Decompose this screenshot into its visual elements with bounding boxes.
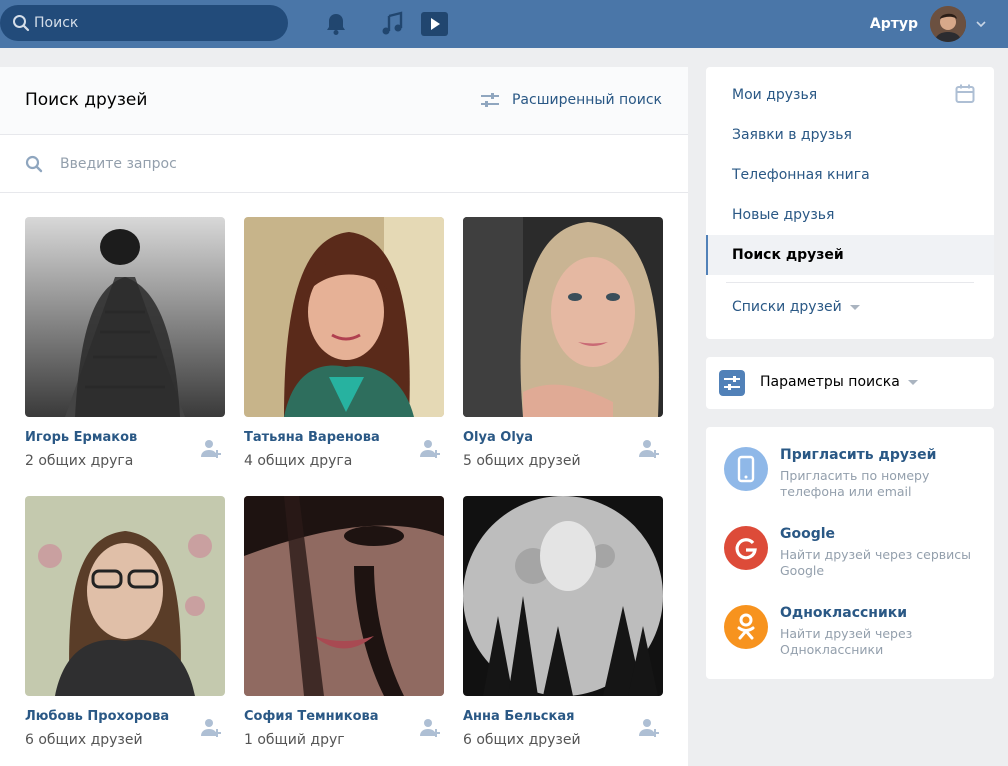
mutual-friends[interactable]: 6 общих друзей bbox=[25, 732, 143, 748]
mutual-friends[interactable]: 4 общих друга bbox=[244, 453, 352, 469]
google-icon bbox=[724, 526, 768, 570]
phone-icon bbox=[724, 447, 768, 491]
bell-icon[interactable] bbox=[322, 10, 350, 38]
video-icon[interactable] bbox=[420, 10, 448, 38]
filter-icon bbox=[480, 93, 499, 107]
mutual-friends[interactable]: 2 общих друга bbox=[25, 453, 133, 469]
avatar bbox=[930, 6, 966, 42]
person-name[interactable]: Татьяна Варенова bbox=[244, 430, 380, 445]
person-card: Olya Olya 5 общих друзей bbox=[463, 217, 663, 469]
person-photo[interactable] bbox=[463, 496, 663, 696]
add-friend-icon[interactable] bbox=[201, 439, 223, 459]
caret-down-icon bbox=[907, 379, 918, 385]
page-title: Поиск друзей bbox=[25, 90, 148, 110]
user-name: Артур bbox=[869, 16, 918, 32]
panel-header: Поиск друзей Расширенный поиск bbox=[0, 67, 688, 135]
sidebar-item-find-friends[interactable]: Поиск друзей bbox=[706, 235, 994, 275]
invite-block: Пригласить друзей Пригласить по номеру т… bbox=[706, 427, 994, 679]
sidebar-item-label: Новые друзья bbox=[732, 207, 835, 223]
person-card: Татьяна Варенова 4 общих друга bbox=[244, 217, 444, 469]
invite-title: Google bbox=[780, 526, 836, 542]
add-friend-icon[interactable] bbox=[639, 718, 661, 738]
person-card: Анна Бельская 6 общих друзей bbox=[463, 496, 663, 748]
sidebar-item-requests[interactable]: Заявки в друзья bbox=[706, 115, 994, 155]
sidebar-item-label: Мои друзья bbox=[732, 87, 818, 103]
global-search-input[interactable] bbox=[34, 5, 274, 41]
invite-desc: Пригласить по номеру телефона или email bbox=[780, 468, 930, 499]
person-card: Любовь Прохорова 6 общих друзей bbox=[25, 496, 225, 748]
invite-google[interactable]: Google Найти друзей через сервисы Google bbox=[706, 526, 994, 596]
invite-desc: Найти друзей через сервисы Google bbox=[780, 547, 972, 578]
search-params-toggle[interactable]: Параметры поиска bbox=[706, 357, 994, 409]
invite-by-phone[interactable]: Пригласить друзей Пригласить по номеру т… bbox=[706, 447, 994, 517]
music-icon[interactable] bbox=[378, 10, 406, 38]
person-name[interactable]: Анна Бельская bbox=[463, 709, 574, 724]
person-photo[interactable] bbox=[25, 496, 225, 696]
person-photo[interactable] bbox=[463, 217, 663, 417]
add-friend-icon[interactable] bbox=[420, 439, 442, 459]
top-header: Артур bbox=[0, 0, 1008, 48]
search-icon bbox=[25, 155, 43, 173]
person-photo[interactable] bbox=[244, 496, 444, 696]
divider bbox=[726, 282, 974, 283]
calendar-icon[interactable] bbox=[955, 84, 975, 104]
person-name[interactable]: Olya Olya bbox=[463, 430, 533, 445]
advanced-search-label: Расширенный поиск bbox=[511, 92, 662, 108]
mutual-friends[interactable]: 6 общих друзей bbox=[463, 732, 581, 748]
invite-title: Пригласить друзей bbox=[780, 447, 937, 463]
chevron-down-icon bbox=[976, 21, 986, 28]
sidebar-item-label: Заявки в друзья bbox=[732, 127, 852, 143]
friend-search-input[interactable] bbox=[60, 147, 660, 181]
friends-nav: Мои друзья Заявки в друзья Телефонная кн… bbox=[706, 67, 994, 339]
sidebar-item-phonebook[interactable]: Телефонная книга bbox=[706, 155, 994, 195]
global-search[interactable] bbox=[0, 5, 288, 41]
invite-desc: Найти друзей через Одноклассники bbox=[780, 626, 913, 657]
filter-icon bbox=[719, 370, 745, 396]
person-name[interactable]: Любовь Прохорова bbox=[25, 709, 169, 724]
odnoklassniki-icon bbox=[724, 605, 768, 649]
mutual-friends[interactable]: 1 общий друг bbox=[244, 732, 345, 748]
person-photo[interactable] bbox=[244, 217, 444, 417]
add-friend-icon[interactable] bbox=[420, 718, 442, 738]
invite-odnoklassniki[interactable]: Одноклассники Найти друзей через Однокла… bbox=[706, 605, 994, 675]
advanced-search-link[interactable]: Расширенный поиск bbox=[480, 92, 662, 108]
query-row bbox=[0, 135, 688, 193]
person-card: София Темникова 1 общий друг bbox=[244, 496, 444, 748]
friend-lists-dropdown[interactable]: Списки друзей bbox=[732, 299, 860, 315]
person-name[interactable]: Игорь Ермаков bbox=[25, 430, 137, 445]
search-params-label: Параметры поиска bbox=[760, 374, 900, 390]
add-friend-icon[interactable] bbox=[201, 718, 223, 738]
sidebar-item-new-friends[interactable]: Новые друзья bbox=[706, 195, 994, 235]
search-icon bbox=[13, 15, 30, 32]
invite-title: Одноклассники bbox=[780, 605, 908, 621]
person-card: Игорь Ермаков 2 общих друга bbox=[25, 217, 225, 469]
sidebar-item-label: Телефонная книга bbox=[732, 167, 870, 183]
sidebar-item-my-friends[interactable]: Мои друзья bbox=[706, 75, 994, 115]
person-name[interactable]: София Темникова bbox=[244, 709, 379, 724]
friend-lists-label: Списки друзей bbox=[732, 299, 842, 315]
mutual-friends[interactable]: 5 общих друзей bbox=[463, 453, 581, 469]
sidebar-item-label: Поиск друзей bbox=[732, 247, 844, 263]
friend-search-panel: Поиск друзей Расширенный поиск Игорь Ерм… bbox=[0, 67, 688, 766]
person-photo[interactable] bbox=[25, 217, 225, 417]
caret-down-icon bbox=[849, 304, 860, 310]
add-friend-icon[interactable] bbox=[639, 439, 661, 459]
user-menu[interactable]: Артур bbox=[870, 5, 988, 43]
